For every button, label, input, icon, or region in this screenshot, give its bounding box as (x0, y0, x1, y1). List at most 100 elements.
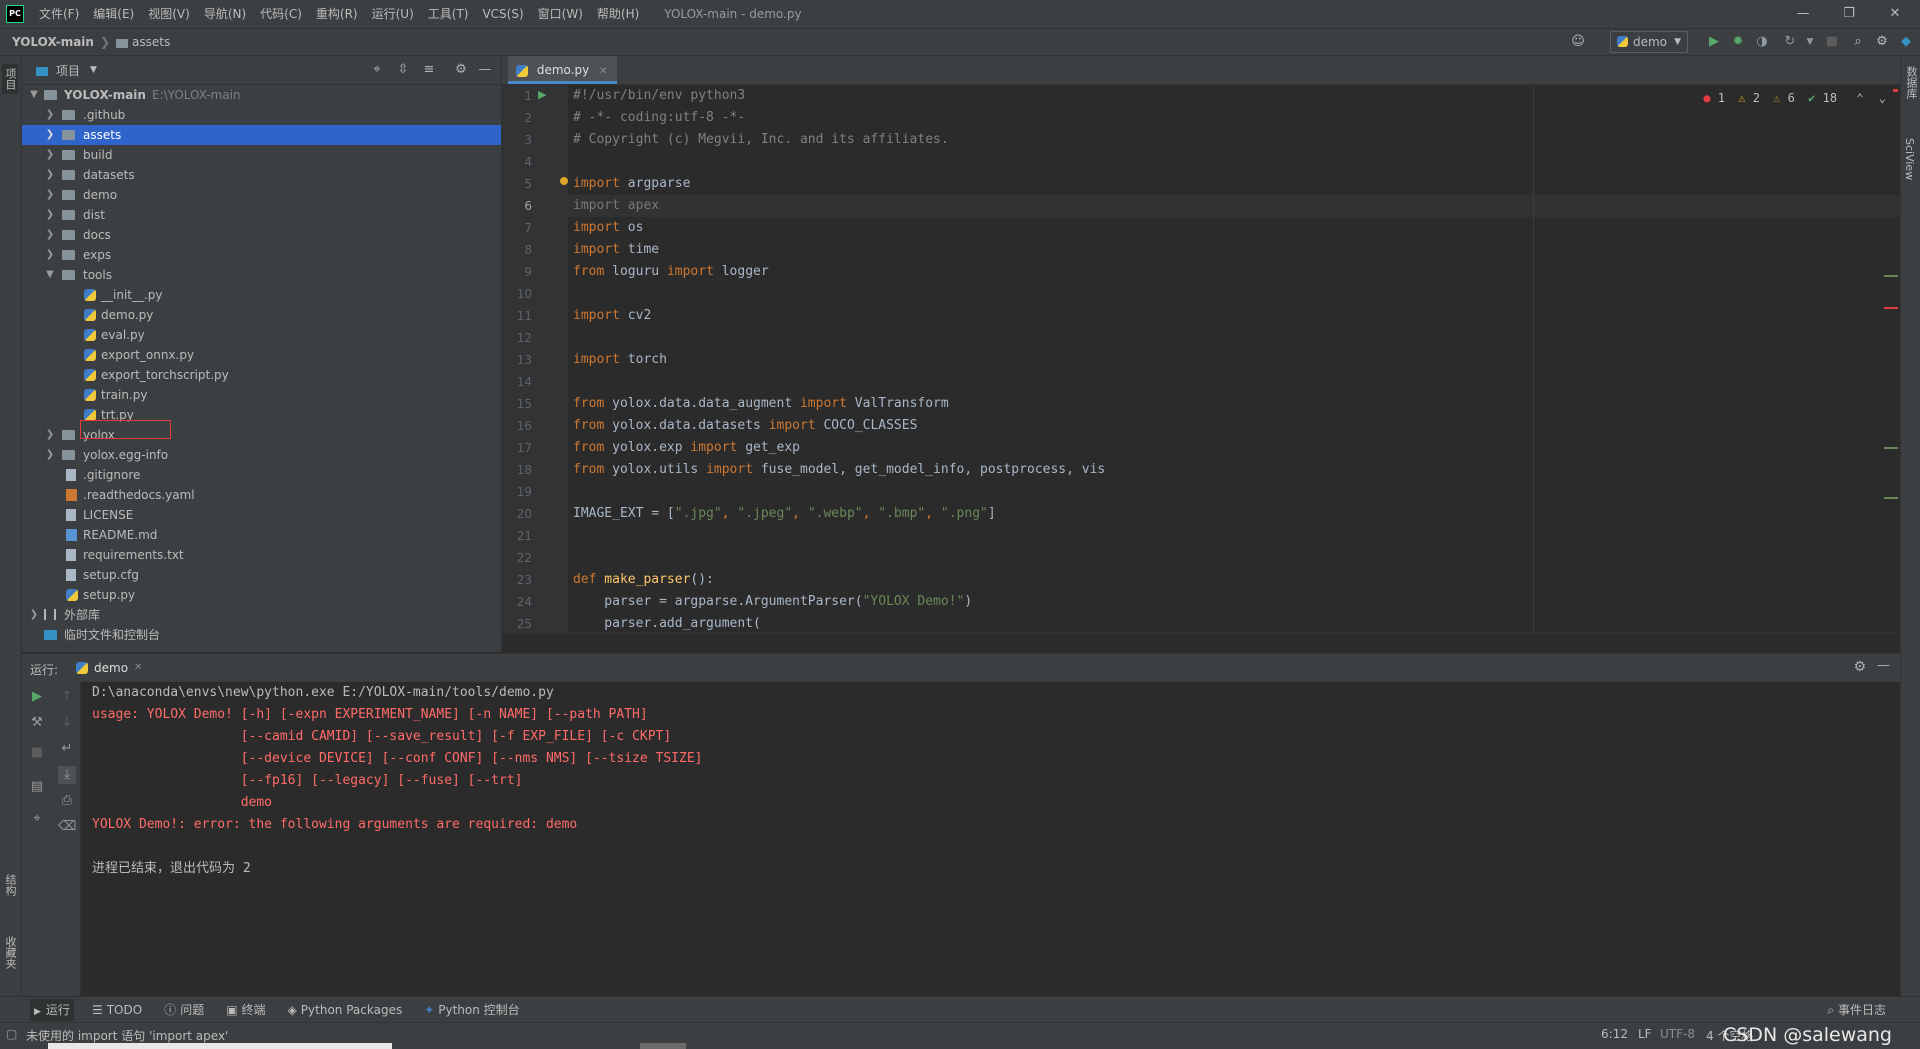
plugin-icon[interactable]: ◆ (1896, 32, 1916, 52)
chevron-right-icon[interactable]: ❯ (44, 245, 56, 265)
tree-file-license[interactable]: LICENSE (22, 505, 501, 525)
tree-root[interactable]: ▼ YOLOX-main E:\YOLOX-main (22, 85, 501, 105)
more-run-options-icon[interactable]: ▼ (1800, 32, 1820, 52)
chevron-right-icon[interactable]: ❯ (44, 105, 56, 125)
tree-file-setup-cfg[interactable]: setup.cfg (22, 565, 501, 585)
run-config-selector[interactable]: demo ▼ (1609, 31, 1688, 53)
tree-file-demo[interactable]: demo.py (22, 305, 501, 325)
breadcrumb-project[interactable]: YOLOX-main (12, 35, 94, 49)
chevron-right-icon[interactable]: ❯ (44, 165, 56, 185)
menu-code[interactable]: 代码(C) (253, 0, 309, 28)
tree-folder-demo[interactable]: ❯ demo (22, 185, 501, 205)
wrench-icon[interactable]: ⚒ (28, 714, 46, 732)
error-stripe-mark[interactable] (1893, 89, 1898, 92)
scroll-down-icon[interactable]: ↓ (58, 714, 76, 732)
expand-all-icon[interactable]: ⇳ (394, 61, 412, 79)
hide-panel-icon[interactable]: — (1877, 658, 1890, 673)
tree-folder-exps[interactable]: ❯ exps (22, 245, 501, 265)
pin-icon[interactable]: ⌖ (28, 810, 46, 828)
tree-scratches[interactable]: 临时文件和控制台 (22, 625, 501, 645)
code-editor[interactable]: #!/usr/bin/env python3 # -*- coding:utf-… (568, 85, 1900, 632)
menu-view[interactable]: 视图(V) (141, 0, 197, 28)
tree-file-export-torchscript[interactable]: export_torchscript.py (22, 365, 501, 385)
warning-stripe-mark[interactable] (1884, 497, 1898, 499)
close-tab-icon[interactable]: ✕ (134, 662, 142, 673)
scroll-up-icon[interactable]: ↑ (58, 688, 76, 706)
chevron-right-icon[interactable]: ❯ (44, 185, 56, 205)
tool-tab-todo[interactable]: ☰ TODO (88, 999, 146, 1021)
rerun-icon[interactable]: ▶ (28, 688, 46, 706)
hide-panel-icon[interactable]: — (476, 61, 494, 79)
inspection-widget[interactable]: ● 1 ⚠ 2 ⚠ 6 ✔ 18 ⌃ ⌄ (1703, 91, 1886, 105)
tree-folder-tools[interactable]: ▼ tools (22, 265, 501, 285)
chevron-right-icon[interactable]: ❯ (44, 205, 56, 225)
tree-folder-assets[interactable]: ❯ assets (22, 125, 501, 145)
menu-vcs[interactable]: VCS(S) (475, 0, 530, 28)
menu-navigate[interactable]: 导航(N) (197, 0, 253, 28)
warning-stripe-mark[interactable] (1884, 275, 1898, 277)
chevron-right-icon[interactable]: ❯ (44, 145, 56, 165)
close-icon[interactable]: ✕ (1872, 0, 1918, 28)
tool-tab-python-packages[interactable]: ◈ Python Packages (284, 999, 407, 1021)
line-separator[interactable]: LF (1638, 1027, 1652, 1041)
menu-run[interactable]: 运行(U) (365, 0, 421, 28)
tree-folder-docs[interactable]: ❯ docs (22, 225, 501, 245)
stop-icon[interactable]: ■ (28, 744, 46, 762)
tool-window-structure[interactable]: 结构 (2, 874, 18, 896)
tree-folder-build[interactable]: ❯ build (22, 145, 501, 165)
stop-icon[interactable]: ■ (1822, 32, 1842, 52)
tree-file-eval[interactable]: eval.py (22, 325, 501, 345)
file-encoding[interactable]: UTF-8 (1660, 1027, 1695, 1041)
menu-refactor[interactable]: 重构(R) (309, 0, 365, 28)
menu-help[interactable]: 帮助(H) (590, 0, 646, 28)
error-stripe-mark[interactable] (1884, 307, 1898, 309)
chevron-down-icon[interactable]: ▼ (44, 265, 56, 285)
scroll-thumb[interactable] (640, 1043, 686, 1049)
tree-external-libraries[interactable]: ❯ 外部库 (22, 605, 501, 625)
locate-file-icon[interactable]: ⌖ (368, 61, 386, 79)
console-output[interactable]: D:\anaconda\envs\new\python.exe E:/YOLOX… (81, 682, 1900, 996)
close-tab-icon[interactable]: ✕ (599, 66, 607, 77)
tool-window-favorites[interactable]: 收藏夹 (2, 936, 18, 969)
caret-position[interactable]: 6:12 (1601, 1027, 1628, 1041)
minimize-icon[interactable]: — (1780, 0, 1826, 28)
chevron-down-icon[interactable]: ▼ (28, 85, 40, 105)
tree-folder-datasets[interactable]: ❯ datasets (22, 165, 501, 185)
tree-folder-dist[interactable]: ❯ dist (22, 205, 501, 225)
tree-folder-yolox-egg-info[interactable]: ❯ yolox.egg-info (22, 445, 501, 465)
run-gutter-icon[interactable]: ▶ (538, 88, 546, 101)
tool-window-project[interactable]: 项目 (2, 64, 18, 94)
next-highlight-icon[interactable]: ⌄ (1879, 91, 1886, 105)
tree-folder-github[interactable]: ❯ .github (22, 105, 501, 125)
tree-file-init[interactable]: __init__.py (22, 285, 501, 305)
layout-icon[interactable]: ▤ (28, 778, 46, 796)
tool-tab-terminal[interactable]: ▣ 终端 (222, 999, 269, 1021)
soft-wrap-icon[interactable]: ↵ (58, 740, 76, 758)
trash-icon[interactable]: ⌫ (58, 818, 76, 836)
run-icon[interactable]: ▶ (1704, 32, 1724, 52)
search-icon[interactable]: ⌕ (1848, 32, 1868, 52)
tree-file-requirements[interactable]: requirements.txt (22, 545, 501, 565)
tree-file-export-onnx[interactable]: export_onnx.py (22, 345, 501, 365)
scroll-to-end-icon[interactable]: ⤓ (58, 766, 76, 784)
tool-tab-event-log[interactable]: ⌕ 事件日志 (1823, 999, 1890, 1021)
view-mode-dropdown-icon[interactable]: ▼ (90, 65, 97, 75)
project-panel-title[interactable]: 项目 (56, 62, 80, 79)
collapse-all-icon[interactable]: ≡ (420, 61, 438, 79)
panel-settings-gear-icon[interactable]: ⚙ (452, 61, 470, 79)
chevron-right-icon[interactable]: ❯ (44, 425, 56, 445)
chevron-right-icon[interactable]: ❯ (44, 445, 56, 465)
editor-horizontal-scrollbar[interactable] (502, 632, 1900, 653)
tool-tab-python-console[interactable]: ✦ Python 控制台 (420, 999, 523, 1021)
chevron-right-icon[interactable]: ❯ (44, 225, 56, 245)
coverage-icon[interactable]: ◑ (1752, 32, 1772, 52)
debug-icon[interactable]: ✹ (1728, 32, 1748, 52)
menu-file[interactable]: 文件(F) (32, 0, 86, 28)
profile-icon[interactable]: ↻ (1780, 32, 1800, 52)
print-icon[interactable]: ⎙ (58, 792, 76, 810)
tool-tab-problems[interactable]: ⓘ 问题 (160, 999, 208, 1021)
editor-tab-demo[interactable]: demo.py ✕ (508, 56, 618, 84)
tree-file-setup-py[interactable]: setup.py (22, 585, 501, 605)
tool-window-sciview[interactable]: SciView (1903, 138, 1916, 180)
menu-window[interactable]: 窗口(W) (531, 0, 590, 28)
